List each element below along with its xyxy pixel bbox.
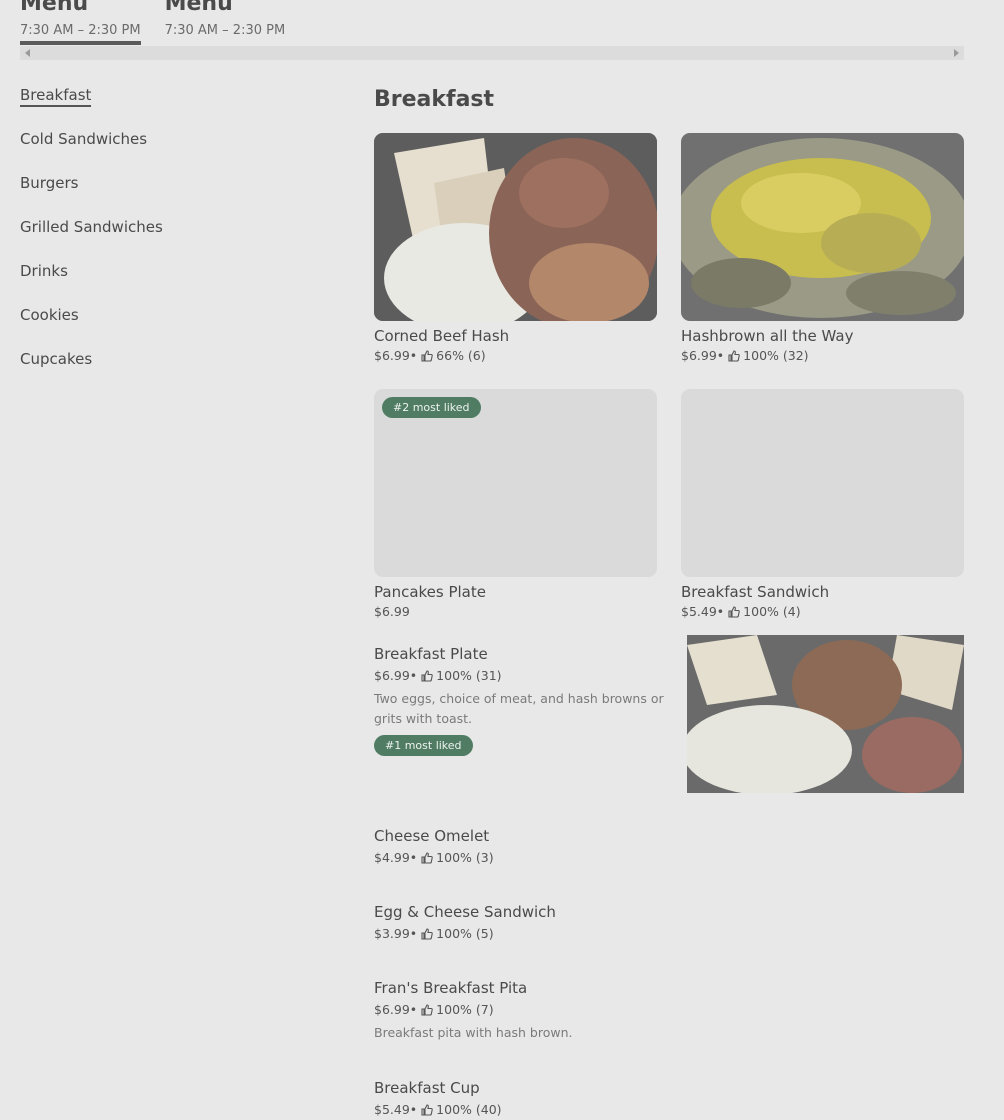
- item-rating: 100% (32): [743, 348, 809, 363]
- item-price: $6.99: [374, 1002, 410, 1017]
- menu-tabs: Menu 7:30 AM – 2:30 PM Menu 7:30 AM – 2:…: [20, 0, 285, 45]
- item-photo-placeholder: [681, 389, 964, 577]
- menu-tab-title: Menu: [20, 0, 89, 16]
- separator: •: [716, 604, 725, 619]
- item-price: $5.49: [374, 1102, 410, 1117]
- menu-item-card[interactable]: Hashbrown all the Way $6.99 • 100% (32): [681, 133, 964, 363]
- item-photo-placeholder: #2 most liked: [374, 389, 657, 577]
- item-price: $3.99: [374, 926, 410, 941]
- menu-list-item[interactable]: Fran's Breakfast Pita $6.99 • 100% (7) B…: [374, 978, 964, 1043]
- category-item-breakfast[interactable]: Breakfast: [20, 84, 163, 128]
- item-rating: 100% (7): [436, 1002, 494, 1017]
- menu-tab-title: Menu: [164, 0, 233, 16]
- left-arrow-icon[interactable]: [25, 49, 30, 57]
- item-rating: 100% (3): [436, 850, 494, 865]
- menu-item-card[interactable]: Breakfast Sandwich $5.49 • 100% (4): [681, 389, 964, 619]
- item-photo: [681, 133, 964, 321]
- section-title: Breakfast: [374, 87, 495, 112]
- separator: •: [409, 1102, 418, 1117]
- menu-list-item[interactable]: Cheese Omelet $4.99 • 100% (3): [374, 826, 964, 865]
- item-name: Cheese Omelet: [374, 827, 490, 845]
- menu-tab[interactable]: Menu 7:30 AM – 2:30 PM: [165, 0, 286, 45]
- item-photo: [687, 635, 964, 793]
- item-price: $6.99: [374, 604, 410, 619]
- item-price: $6.99: [374, 348, 410, 363]
- separator: •: [409, 668, 418, 683]
- item-rating: 100% (40): [436, 1102, 502, 1117]
- thumbs-up-icon: [421, 669, 433, 682]
- thumbs-up-icon: [421, 927, 433, 940]
- horizontal-scrollbar[interactable]: [20, 46, 964, 60]
- category-label: Breakfast: [20, 86, 92, 107]
- item-name: Egg & Cheese Sandwich: [374, 903, 556, 921]
- item-meta: $6.99 • 100% (32): [681, 348, 964, 363]
- category-nav: Breakfast Cold Sandwiches Burgers Grille…: [20, 84, 163, 392]
- category-label: Burgers: [20, 174, 79, 192]
- item-price: $4.99: [374, 850, 410, 865]
- menu-tab-hours: 7:30 AM – 2:30 PM: [20, 23, 141, 45]
- category-item-cold-sandwiches[interactable]: Cold Sandwiches: [20, 128, 163, 172]
- thumbs-up-icon: [421, 1103, 433, 1116]
- category-item-grilled-sandwiches[interactable]: Grilled Sandwiches: [20, 216, 163, 260]
- item-name: Breakfast Cup: [374, 1079, 480, 1097]
- category-label: Cold Sandwiches: [20, 130, 148, 148]
- item-name: Pancakes Plate: [374, 583, 486, 601]
- most-liked-badge: #1 most liked: [374, 735, 473, 756]
- most-liked-badge: #2 most liked: [382, 397, 481, 418]
- item-name: Fran's Breakfast Pita: [374, 979, 528, 997]
- separator: •: [409, 1002, 418, 1017]
- item-description: Breakfast pita with hash brown.: [374, 1025, 573, 1040]
- item-meta: $6.99 • 100% (7): [374, 1002, 964, 1017]
- item-rating: 66% (6): [436, 348, 486, 363]
- thumbs-up-icon: [728, 605, 740, 618]
- category-label: Cookies: [20, 306, 79, 324]
- item-meta: $5.49 • 100% (40): [374, 1102, 964, 1117]
- category-item-burgers[interactable]: Burgers: [20, 172, 163, 216]
- item-meta: $6.99: [374, 604, 657, 619]
- category-item-cupcakes[interactable]: Cupcakes: [20, 348, 163, 392]
- category-label: Drinks: [20, 262, 68, 280]
- item-price: $6.99: [681, 348, 717, 363]
- item-meta: $3.99 • 100% (5): [374, 926, 964, 941]
- separator: •: [409, 850, 418, 865]
- category-label: Grilled Sandwiches: [20, 218, 163, 236]
- separator: •: [409, 348, 418, 363]
- item-photo: [374, 133, 657, 321]
- menu-item-card[interactable]: Corned Beef Hash $6.99 • 66% (6): [374, 133, 657, 363]
- item-description: Two eggs, choice of meat, and hash brown…: [374, 691, 664, 726]
- category-label: Cupcakes: [20, 350, 93, 368]
- item-price: $6.99: [374, 668, 410, 683]
- thumbs-up-icon: [421, 349, 433, 362]
- category-item-cookies[interactable]: Cookies: [20, 304, 163, 348]
- right-arrow-icon[interactable]: [954, 49, 959, 57]
- item-price: $5.49: [681, 604, 717, 619]
- menu-list-item[interactable]: Breakfast Plate $6.99 • 100% (31) Two eg…: [374, 635, 964, 793]
- menu-tab[interactable]: Menu 7:30 AM – 2:30 PM: [20, 0, 141, 45]
- separator: •: [409, 926, 418, 941]
- thumbs-up-icon: [728, 349, 740, 362]
- separator: •: [716, 348, 725, 363]
- thumbs-up-icon: [421, 1003, 433, 1016]
- item-name: Breakfast Sandwich: [681, 583, 830, 601]
- item-name: Corned Beef Hash: [374, 327, 510, 345]
- item-rating: 100% (31): [436, 668, 502, 683]
- item-rating: 100% (4): [743, 604, 801, 619]
- item-meta: $4.99 • 100% (3): [374, 850, 964, 865]
- menu-tab-hours: 7:30 AM – 2:30 PM: [164, 23, 286, 38]
- menu-item-card[interactable]: #2 most liked Pancakes Plate $6.99: [374, 389, 657, 619]
- thumbs-up-icon: [421, 851, 433, 864]
- item-meta: $5.49 • 100% (4): [681, 604, 964, 619]
- menu-list-item[interactable]: Egg & Cheese Sandwich $3.99 • 100% (5): [374, 902, 964, 941]
- item-name: Hashbrown all the Way: [681, 327, 854, 345]
- item-rating: 100% (5): [436, 926, 494, 941]
- item-meta: $6.99 • 66% (6): [374, 348, 657, 363]
- menu-list-item[interactable]: Breakfast Cup $5.49 • 100% (40): [374, 1078, 964, 1117]
- category-item-drinks[interactable]: Drinks: [20, 260, 163, 304]
